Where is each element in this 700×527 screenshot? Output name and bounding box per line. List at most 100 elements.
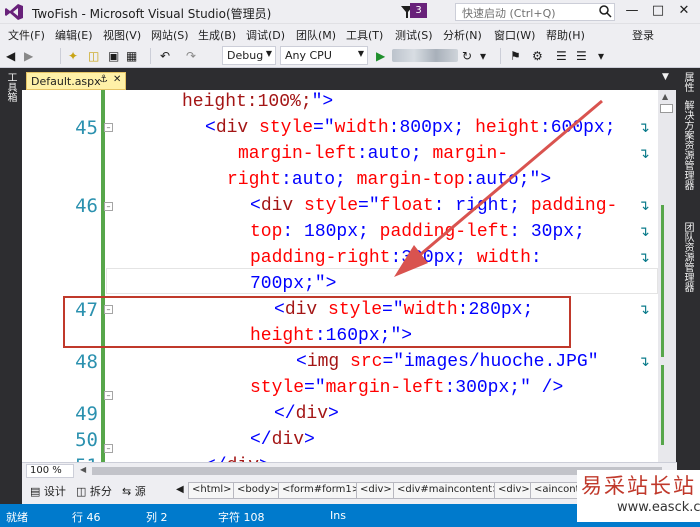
vertical-scrollbar[interactable]: ▲ bbox=[658, 90, 676, 462]
menu-website[interactable]: 网站(S) bbox=[151, 27, 189, 43]
menu-build[interactable]: 生成(B) bbox=[198, 27, 236, 43]
forward-icon[interactable]: ▶ bbox=[24, 49, 33, 63]
menu-edit[interactable]: 编辑(E) bbox=[55, 27, 93, 43]
platform-select[interactable]: Any CPU ▼ bbox=[280, 46, 368, 65]
search-icon[interactable] bbox=[598, 4, 612, 18]
code-token: div bbox=[271, 430, 305, 450]
breadcrumb-item[interactable]: <div#maincontent> bbox=[393, 482, 505, 499]
uncomment-icon[interactable]: ☰ bbox=[576, 49, 587, 63]
tab-split[interactable]: ◫ 拆分 bbox=[76, 483, 112, 499]
code-token: < bbox=[250, 196, 261, 216]
close-button[interactable]: ✕ bbox=[672, 2, 696, 20]
code-token: < bbox=[296, 352, 307, 372]
outline-collapse-icon[interactable]: – bbox=[104, 202, 113, 211]
toolbar-separator bbox=[60, 48, 61, 64]
code-token: : bbox=[281, 170, 292, 190]
chevron-down-icon: ▼ bbox=[265, 49, 272, 58]
outline-collapse-icon[interactable]: – bbox=[104, 391, 113, 400]
configuration-select[interactable]: Debug ▼ bbox=[222, 46, 276, 65]
code-token: </ bbox=[250, 430, 272, 450]
code-token: top bbox=[250, 222, 283, 242]
toolbar-overflow-icon[interactable]: ▾ bbox=[598, 49, 604, 63]
breadcrumb-item[interactable]: <form#form1> bbox=[278, 482, 365, 499]
menu-window[interactable]: 窗口(W) bbox=[494, 27, 535, 43]
line-number: 45 bbox=[75, 117, 98, 139]
tab-source[interactable]: ⇆ 源 bbox=[122, 483, 146, 499]
word-wrap-glyph-icon: ↴ bbox=[638, 224, 650, 240]
browser-link-icon[interactable]: ↻ bbox=[462, 49, 472, 63]
code-token: div bbox=[260, 196, 294, 216]
debug-target-select[interactable] bbox=[392, 49, 458, 62]
properties-tab[interactable]: 属性 bbox=[681, 72, 695, 92]
code-token: right bbox=[227, 170, 282, 190]
code-token: style bbox=[250, 378, 305, 398]
quick-launch-input[interactable]: 快速启动 (Ctrl+Q) bbox=[455, 3, 615, 21]
find-icon[interactable]: ⚙ bbox=[532, 49, 543, 63]
menu-file[interactable]: 文件(F) bbox=[8, 27, 45, 43]
scroll-change-marker bbox=[661, 365, 664, 445]
minimize-button[interactable]: — bbox=[620, 2, 644, 20]
pin-icon[interactable]: ⚓ bbox=[99, 74, 108, 85]
line-number: 50 bbox=[75, 429, 98, 451]
back-icon[interactable]: ◀ bbox=[6, 49, 15, 63]
left-dock bbox=[0, 68, 22, 504]
undo-icon[interactable]: ↶ bbox=[160, 49, 170, 63]
tab-default-aspx[interactable]: Default.aspx ⚓ ✕ bbox=[26, 72, 126, 90]
tab-list-dropdown-icon[interactable]: ▼ bbox=[662, 72, 674, 86]
save-all-icon[interactable]: ▦ bbox=[126, 49, 137, 63]
code-token: images/huoche.JPG bbox=[404, 352, 588, 372]
code-token: ;"> bbox=[304, 274, 337, 294]
refresh-dropdown-icon[interactable]: ▾ bbox=[480, 49, 486, 63]
outline-collapse-icon[interactable]: – bbox=[104, 444, 113, 453]
line-number: 48 bbox=[75, 351, 98, 373]
code-token: margin-left bbox=[238, 144, 357, 164]
maximize-button[interactable]: □ bbox=[646, 2, 670, 20]
menu-test[interactable]: 测试(S) bbox=[395, 27, 433, 43]
chevron-down-icon: ▼ bbox=[357, 49, 364, 58]
code-token: margin-left bbox=[325, 378, 445, 398]
zoom-select[interactable]: 100 % bbox=[26, 464, 74, 478]
menu-debug[interactable]: 调试(D) bbox=[246, 27, 285, 43]
menu-view[interactable]: 视图(V) bbox=[103, 27, 141, 43]
bookmark-icon[interactable]: ⚑ bbox=[510, 49, 521, 63]
code-token: height:100%; bbox=[182, 92, 312, 112]
close-icon[interactable]: ✕ bbox=[113, 74, 121, 85]
solution-explorer-tab[interactable]: 解决方案资源管理器 bbox=[681, 100, 695, 190]
breadcrumb-item[interactable]: <div> bbox=[494, 482, 534, 499]
redo-icon[interactable]: ↷ bbox=[186, 49, 196, 63]
menu-team[interactable]: 团队(M) bbox=[296, 27, 336, 43]
tab-design[interactable]: ▤ 设计 bbox=[30, 483, 66, 499]
code-token: div bbox=[295, 404, 329, 424]
title-bar: TwoFish - Microsoft Visual Studio(管理员) 3… bbox=[0, 0, 700, 24]
code-line: </div> bbox=[250, 429, 315, 451]
code-token: =" bbox=[358, 196, 380, 216]
comment-icon[interactable]: ☰ bbox=[556, 49, 567, 63]
menu-help[interactable]: 帮助(H) bbox=[546, 27, 585, 43]
menu-tools[interactable]: 工具(T) bbox=[346, 27, 383, 43]
team-explorer-tab[interactable]: 团队资源管理器 bbox=[681, 222, 695, 292]
code-token: div bbox=[215, 118, 249, 138]
scroll-left-icon[interactable]: ◀ bbox=[80, 465, 86, 474]
breadcrumb-item[interactable]: <body> bbox=[233, 482, 283, 499]
toolbox-tab[interactable]: 工具箱 bbox=[4, 72, 18, 102]
status-ready: 就绪 bbox=[6, 511, 28, 524]
word-wrap-glyph-icon: ↴ bbox=[638, 354, 650, 370]
start-debug-icon[interactable]: ▶ bbox=[376, 49, 385, 63]
open-folder-icon[interactable]: ◫ bbox=[88, 49, 99, 63]
code-token: < bbox=[205, 118, 216, 138]
outline-collapse-icon[interactable]: – bbox=[104, 123, 113, 132]
scroll-up-icon[interactable]: ▲ bbox=[662, 92, 668, 101]
annotation-arrow bbox=[394, 99, 603, 277]
breadcrumb-item[interactable]: <div> bbox=[356, 482, 396, 499]
breadcrumb-back-icon[interactable]: ◀ bbox=[176, 484, 184, 495]
notification-badge[interactable]: 3 bbox=[410, 3, 427, 18]
save-icon[interactable]: ▣ bbox=[108, 49, 119, 63]
split-handle[interactable] bbox=[660, 104, 673, 113]
code-token: style bbox=[248, 118, 314, 138]
menu-bar: 文件(F) 编辑(E) 视图(V) 网站(S) 生成(B) 调试(D) 团队(M… bbox=[0, 24, 700, 44]
new-project-icon[interactable]: ✦ bbox=[68, 49, 78, 63]
sign-in-link[interactable]: 登录 bbox=[632, 27, 654, 43]
code-token: auto bbox=[291, 170, 336, 190]
menu-analyze[interactable]: 分析(N) bbox=[443, 27, 482, 43]
breadcrumb-item[interactable]: <html> bbox=[188, 482, 236, 499]
